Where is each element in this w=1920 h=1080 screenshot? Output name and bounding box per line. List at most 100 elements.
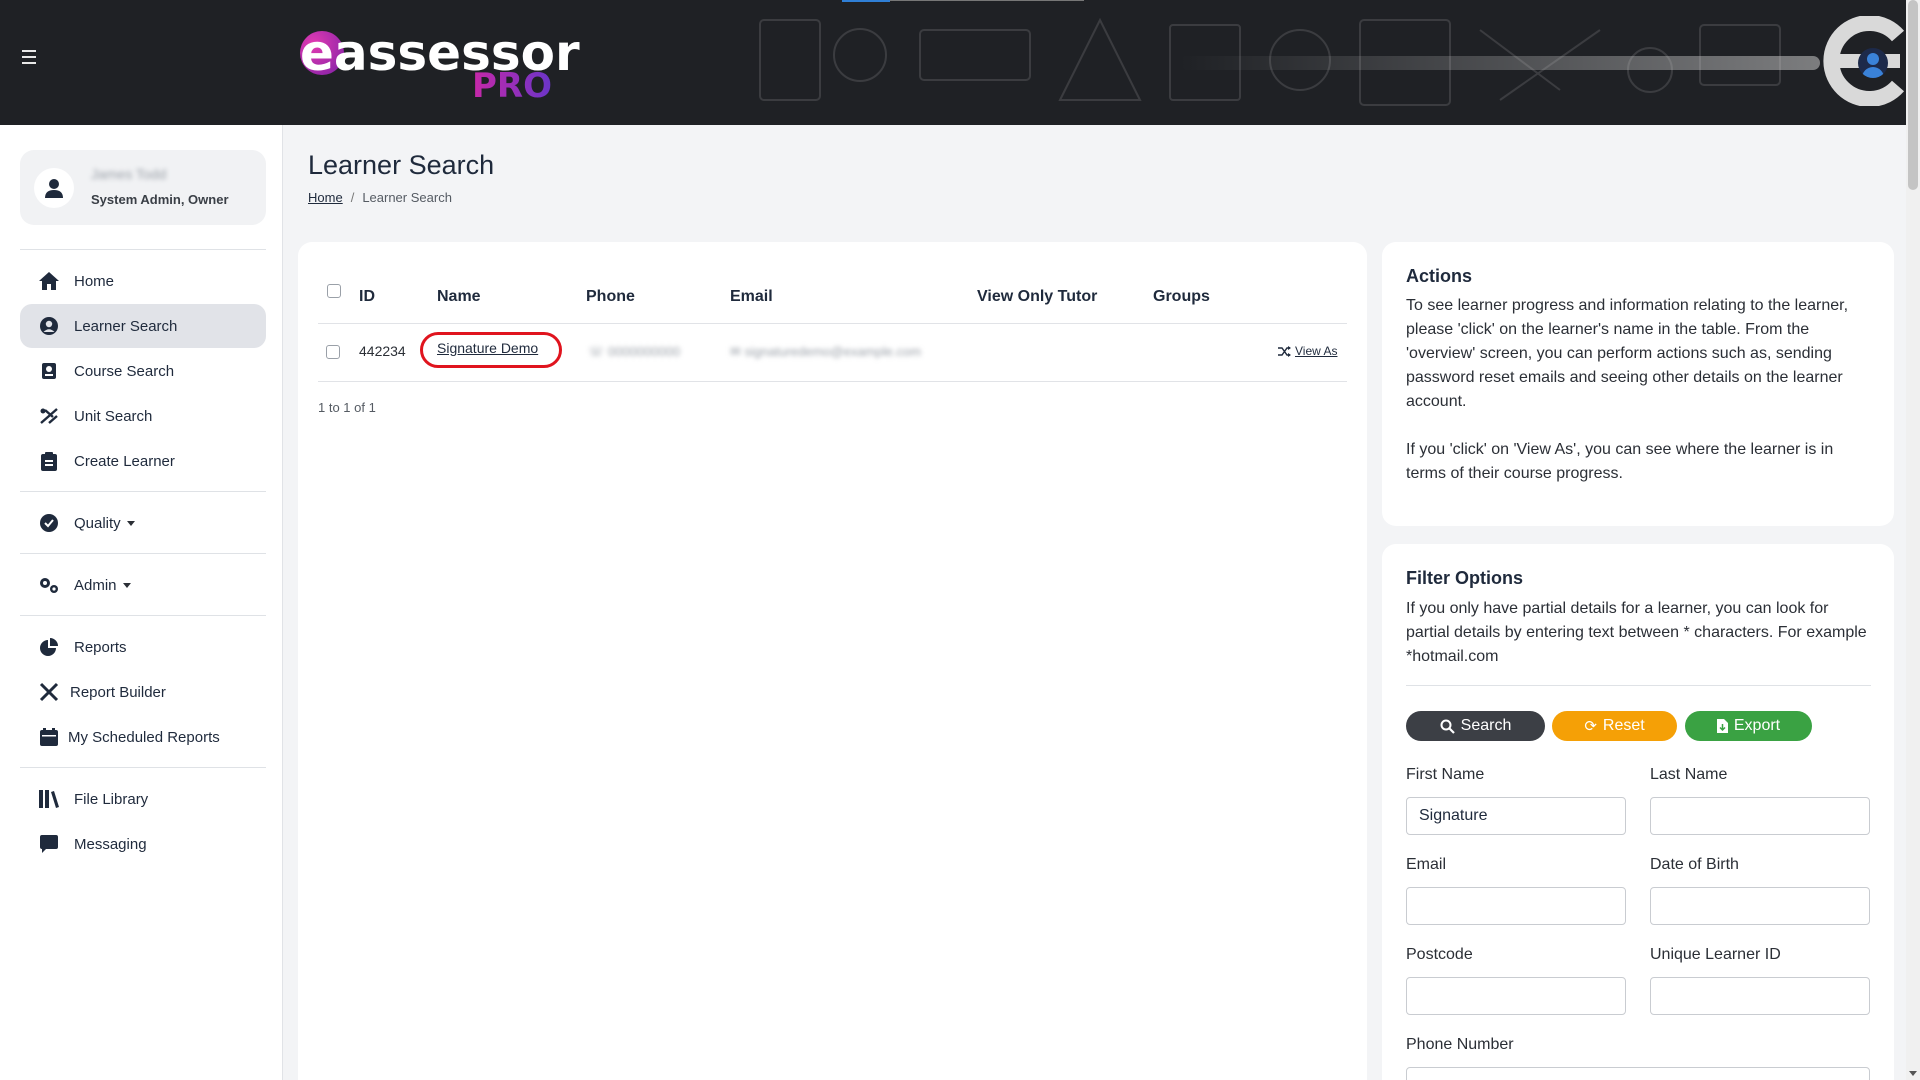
sidebar-divider — [20, 767, 266, 768]
search-button-label: Search — [1460, 717, 1512, 734]
learner-email-value: signaturedemo@example.com — [744, 344, 922, 359]
column-header-name[interactable]: Name — [437, 288, 481, 306]
email-input[interactable] — [1406, 887, 1626, 925]
books-icon — [38, 788, 60, 810]
phone-number-label: Phone Number — [1406, 1036, 1514, 1053]
first-name-input[interactable] — [1406, 797, 1626, 835]
eassessor-logo[interactable]: eassessor PRO — [300, 24, 580, 106]
page-scrollbar[interactable] — [1906, 0, 1920, 1080]
sidebar-item-report-builder[interactable]: Report Builder — [20, 670, 266, 714]
avatar — [34, 168, 74, 208]
unique-learner-id-input[interactable] — [1650, 977, 1870, 1015]
gears-icon — [38, 574, 60, 596]
postcode-input[interactable] — [1406, 977, 1626, 1015]
pie-chart-icon — [38, 636, 60, 658]
column-header-id[interactable]: ID — [359, 288, 375, 306]
learner-phone-value: 0000000000 — [607, 344, 681, 359]
menu-toggle-button[interactable] — [22, 50, 42, 66]
email-icon: ✉ — [730, 344, 741, 359]
hamburger-bar — [22, 50, 36, 52]
sidebar-item-quality[interactable]: Quality — [20, 501, 266, 545]
hamburger-bar — [22, 62, 36, 64]
profile-role: System Admin, Owner — [91, 192, 229, 207]
search-icon — [1440, 719, 1455, 734]
sidebar-item-unit-search[interactable]: Unit Search — [20, 394, 266, 438]
user-circle-icon — [38, 315, 60, 337]
row-checkbox[interactable] — [326, 345, 340, 359]
header-stripe — [1180, 56, 1820, 70]
user-account-icon[interactable] — [1858, 48, 1888, 78]
sidebar-item-reports[interactable]: Reports — [20, 625, 266, 669]
top-header: eassessor PRO — [0, 0, 1920, 125]
filter-help-text: If you only have partial details for a l… — [1406, 600, 1867, 665]
column-header-phone[interactable]: Phone — [586, 288, 635, 306]
pagination-summary: 1 to 1 of 1 — [318, 400, 376, 415]
sidebar-item-label: Quality — [74, 514, 121, 532]
filter-title: Filter Options — [1406, 568, 1523, 588]
last-name-label: Last Name — [1650, 766, 1728, 783]
logo-e-letter: e — [300, 24, 334, 82]
select-all-checkbox[interactable] — [327, 284, 341, 298]
sidebar-divider — [20, 553, 266, 554]
learner-phone: ☏ 0000000000 — [588, 344, 680, 360]
user-icon — [45, 179, 63, 198]
results-table-card: ID Name Phone Email View Only Tutor Grou… — [298, 242, 1367, 1080]
breadcrumb-separator: / — [350, 190, 355, 205]
tools-icon — [38, 681, 60, 703]
export-button-label: Export — [1733, 717, 1781, 734]
sidebar-item-messaging[interactable]: Messaging — [20, 822, 266, 866]
sidebar-item-label: Admin — [74, 576, 117, 594]
postcode-label: Postcode — [1406, 946, 1473, 963]
sidebar-item-home[interactable]: Home — [20, 259, 266, 303]
reset-button-label: Reset — [1602, 717, 1645, 734]
sidebar-item-my-scheduled-reports[interactable]: My Scheduled Reports — [20, 715, 266, 759]
sidebar-divider — [20, 615, 266, 616]
sidebar-item-label: Home — [74, 272, 115, 290]
column-header-view-only-tutor[interactable]: View Only Tutor — [977, 288, 1097, 306]
sidebar-item-label: Report Builder — [70, 683, 166, 701]
unit-icon — [38, 405, 60, 427]
phone-number-input[interactable] — [1406, 1067, 1870, 1080]
sidebar-item-admin[interactable]: Admin — [20, 563, 266, 607]
calendar-icon — [38, 726, 60, 748]
scrollbar-thumb[interactable] — [1908, 0, 1918, 190]
sidebar-item-create-learner[interactable]: Create Learner — [20, 439, 266, 483]
first-name-label: First Name — [1406, 766, 1485, 783]
sidebar-item-label: Messaging — [74, 835, 147, 853]
view-as-link[interactable]: View As — [1278, 344, 1337, 358]
table-header-divider — [318, 323, 1347, 324]
sidebar-item-course-search[interactable]: Course Search — [20, 349, 266, 393]
page-title: Learner Search — [308, 150, 495, 180]
hamburger-bar — [22, 56, 36, 58]
breadcrumb: Home / Learner Search — [308, 190, 452, 205]
column-header-groups[interactable]: Groups — [1153, 288, 1210, 306]
scroll-down-arrow-icon[interactable] — [1909, 1071, 1917, 1076]
breadcrumb-home-link[interactable]: Home — [308, 190, 343, 205]
export-button[interactable]: Export — [1685, 711, 1812, 741]
sidebar-item-file-library[interactable]: File Library — [20, 777, 266, 821]
search-button[interactable]: Search — [1406, 711, 1545, 741]
course-icon — [38, 360, 60, 382]
sidebar-item-label: File Library — [74, 790, 149, 808]
clipboard-icon — [38, 450, 60, 472]
date-of-birth-input[interactable] — [1650, 887, 1870, 925]
filter-options-card: Filter Options If you only have partial … — [1382, 544, 1894, 1080]
learner-id: 442234 — [359, 343, 406, 359]
sidebar-item-label: Learner Search — [74, 317, 178, 335]
actions-text-view-as: If you 'click' on 'View As', you can see… — [1406, 441, 1834, 482]
last-name-input[interactable] — [1650, 797, 1870, 835]
check-circle-icon — [38, 512, 60, 534]
unique-learner-id-label: Unique Learner ID — [1650, 946, 1781, 963]
table-row-divider — [318, 381, 1347, 382]
actions-card: Actions To see learner progress and info… — [1382, 242, 1894, 526]
reset-button[interactable]: ⟳ Reset — [1552, 711, 1677, 741]
message-icon — [38, 833, 60, 855]
learner-name-link[interactable]: Signature Demo — [437, 340, 538, 356]
header-accent-line — [842, 0, 890, 2]
sidebar-item-label: My Scheduled Reports — [68, 728, 220, 746]
chevron-down-icon — [122, 582, 131, 588]
sidebar-item-learner-search[interactable]: Learner Search — [20, 304, 266, 348]
sidebar-item-label: Create Learner — [74, 452, 175, 470]
column-header-email[interactable]: Email — [730, 288, 773, 306]
profile-card[interactable]: James Todd System Admin, Owner — [20, 150, 266, 225]
